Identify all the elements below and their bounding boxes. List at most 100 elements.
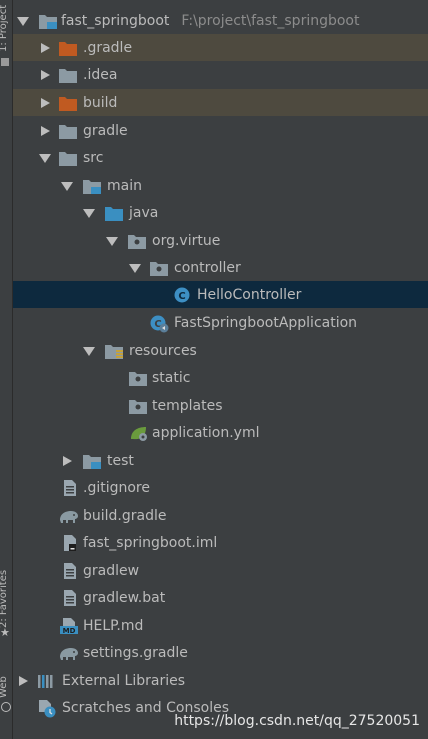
tree-row-application-yml[interactable]: application.yml xyxy=(13,419,428,446)
tree-row-external-libraries[interactable]: External Libraries xyxy=(13,667,428,694)
tree-row-help-md[interactable]: MD HELP.md xyxy=(13,612,428,639)
package-icon xyxy=(128,233,146,249)
star-icon[interactable]: ★ xyxy=(0,626,10,639)
expand-arrow-icon[interactable] xyxy=(17,16,29,26)
tree-row-build-gradle[interactable]: build.gradle xyxy=(13,502,428,529)
resources-folder-icon xyxy=(105,343,123,359)
item-label: templates xyxy=(152,397,223,414)
item-label: HelloController xyxy=(197,286,302,303)
item-label: gradlew xyxy=(83,562,140,579)
expand-arrow-icon[interactable] xyxy=(106,236,118,246)
tree-row-gradlew-bat[interactable]: gradlew.bat xyxy=(13,584,428,611)
web-icon[interactable] xyxy=(1,702,11,712)
tree-row-idea[interactable]: .idea xyxy=(13,61,428,88)
folder-icon xyxy=(59,150,77,166)
favorites-tool-tab[interactable]: 2: Favorites xyxy=(0,548,12,628)
root-project-name: fast_springboot F:\project\fast_springboo… xyxy=(61,12,360,29)
tree-row-java[interactable]: java xyxy=(13,199,428,226)
folder-icon xyxy=(59,123,77,139)
package-icon xyxy=(129,398,147,414)
spring-config-icon xyxy=(129,425,147,441)
package-icon xyxy=(129,370,147,386)
collapsed-arrow-icon[interactable] xyxy=(19,675,28,686)
item-label: application.yml xyxy=(152,424,260,441)
tree-row-gradle[interactable]: gradle xyxy=(13,117,428,144)
tree-row-templates[interactable]: templates xyxy=(13,392,428,419)
tree-row-build[interactable]: build xyxy=(13,89,428,116)
collapsed-arrow-icon[interactable] xyxy=(63,455,72,466)
item-label: gradlew.bat xyxy=(83,589,166,606)
item-label: main xyxy=(107,177,142,194)
excluded-folder-icon xyxy=(59,95,77,111)
item-label: org.virtue xyxy=(152,232,221,249)
web-tool-tab[interactable]: Web xyxy=(0,668,12,698)
tree-row-dot-gradle[interactable]: .gradle xyxy=(13,34,428,61)
expand-arrow-icon[interactable] xyxy=(129,263,141,273)
excluded-folder-icon xyxy=(59,40,77,56)
item-label: src xyxy=(83,149,104,166)
svg-text:MD: MD xyxy=(63,627,76,634)
watermark-url: https://blog.csdn.net/qq_27520051 xyxy=(174,713,420,729)
item-label: gradle xyxy=(83,122,128,139)
module-folder-icon xyxy=(39,13,57,29)
item-label: fast_springboot.iml xyxy=(83,534,218,551)
expand-arrow-icon[interactable] xyxy=(83,346,95,356)
item-label: .idea xyxy=(83,66,118,83)
markdown-file-icon: MD xyxy=(59,617,78,635)
item-label: .gitignore xyxy=(83,479,150,496)
item-label: settings.gradle xyxy=(83,644,188,661)
gradle-elephant-icon xyxy=(58,645,78,661)
collapsed-arrow-icon[interactable] xyxy=(41,42,50,53)
item-label: HELP.md xyxy=(83,617,144,634)
expand-arrow-icon[interactable] xyxy=(61,181,73,191)
tree-row-org-virtue[interactable]: org.virtue xyxy=(13,227,428,254)
tree-row-test[interactable]: test xyxy=(13,447,428,474)
expand-arrow-icon[interactable] xyxy=(83,208,95,218)
svg-text:C: C xyxy=(178,291,185,302)
collapsed-arrow-icon[interactable] xyxy=(41,97,50,108)
test-folder-icon xyxy=(83,453,101,469)
item-label: static xyxy=(152,369,191,386)
tree-row-root[interactable]: fast_springboot F:\project\fast_springboo… xyxy=(13,7,428,34)
tree-row-main[interactable]: main xyxy=(13,172,428,199)
tree-row-src[interactable]: src xyxy=(13,144,428,171)
project-tab-icon[interactable] xyxy=(1,58,9,66)
source-set-folder-icon xyxy=(83,178,101,194)
item-label: test xyxy=(107,452,134,469)
text-file-icon xyxy=(61,562,79,579)
item-label: build.gradle xyxy=(83,507,167,524)
item-label: .gradle xyxy=(83,39,133,56)
item-label: resources xyxy=(129,342,197,359)
collapsed-arrow-icon[interactable] xyxy=(41,125,50,136)
item-label: build xyxy=(83,94,118,111)
tree-row-resources[interactable]: resources xyxy=(13,337,428,364)
iml-file-icon xyxy=(61,534,79,551)
tree-row-controller[interactable]: controller xyxy=(13,254,428,281)
text-file-icon xyxy=(61,589,79,606)
expand-arrow-icon[interactable] xyxy=(39,153,51,163)
item-label: controller xyxy=(174,259,241,276)
spring-boot-class-icon: C xyxy=(150,315,169,332)
text-file-icon xyxy=(61,479,79,496)
item-label: External Libraries xyxy=(62,672,185,689)
java-class-icon: C xyxy=(174,287,192,303)
libraries-icon xyxy=(37,673,55,689)
gradle-elephant-icon xyxy=(58,508,78,524)
folder-icon xyxy=(59,67,77,83)
item-label: java xyxy=(129,204,159,221)
tree-row-iml[interactable]: fast_springboot.iml xyxy=(13,529,428,556)
tree-row-hello-controller[interactable]: C HelloController xyxy=(13,281,428,308)
package-icon xyxy=(150,260,168,276)
tree-row-static[interactable]: static xyxy=(13,364,428,391)
project-tool-tab[interactable]: 1: Project xyxy=(0,2,12,52)
tree-row-fast-springboot-application[interactable]: C FastSpringbootApplication xyxy=(13,309,428,336)
tree-row-settings-gradle[interactable]: settings.gradle xyxy=(13,639,428,666)
source-root-folder-icon xyxy=(105,205,123,221)
scratches-icon xyxy=(37,699,56,717)
item-label: FastSpringbootApplication xyxy=(174,314,358,331)
collapsed-arrow-icon[interactable] xyxy=(41,69,50,80)
tree-row-gradlew[interactable]: gradlew xyxy=(13,557,428,584)
root-project-path: F:\project\fast_springboot xyxy=(181,12,360,29)
tree-row-gitignore[interactable]: .gitignore xyxy=(13,474,428,501)
tool-window-strip: 1: Project 2: Favorites ★ Web xyxy=(0,0,13,739)
